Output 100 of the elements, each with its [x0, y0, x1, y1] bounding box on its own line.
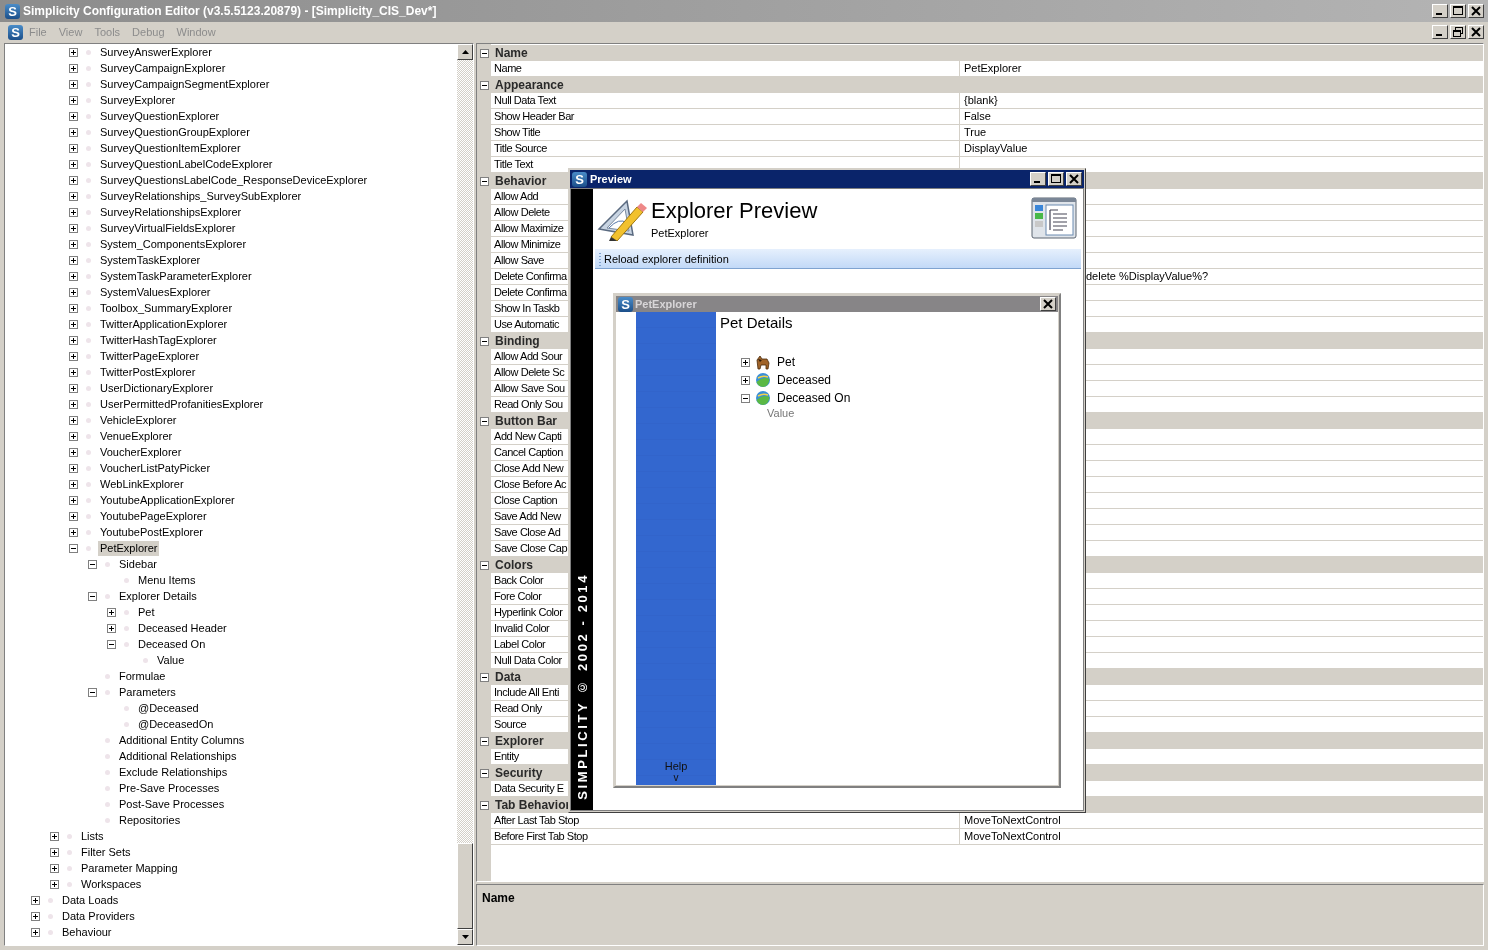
close-button[interactable]	[1468, 4, 1484, 18]
collapse-icon[interactable]	[88, 687, 97, 697]
tree-item[interactable]: SurveyCampaignExplorer	[98, 60, 228, 76]
tree-item[interactable]: UserPermittedProfanitiesExplorer	[98, 396, 266, 412]
scrollbar[interactable]	[457, 44, 473, 945]
tree-item[interactable]: Menu Items	[136, 572, 198, 588]
minimize-button[interactable]	[1432, 4, 1448, 18]
tree-item[interactable]: VehicleExplorer	[98, 412, 179, 428]
expand-icon[interactable]	[69, 383, 78, 393]
expand-icon[interactable]	[31, 911, 40, 921]
maximize-button[interactable]	[1450, 4, 1466, 18]
tree-item[interactable]: Deceased On	[136, 636, 208, 652]
expand-icon[interactable]	[69, 527, 78, 537]
property-value[interactable]: True	[964, 126, 987, 138]
scroll-up-button[interactable]	[457, 44, 473, 60]
tree-item[interactable]: Sidebar	[117, 556, 159, 572]
tree-item[interactable]: @Deceased	[136, 700, 201, 716]
expand-icon[interactable]	[69, 415, 78, 425]
collapse-icon[interactable]	[479, 48, 489, 58]
expand-icon[interactable]	[69, 239, 78, 249]
collapse-icon[interactable]	[479, 416, 489, 426]
tree-item[interactable]: UserDictionaryExplorer	[98, 380, 216, 396]
property-value[interactable]: MoveToNextControl	[964, 830, 1061, 842]
tree-item[interactable]: SurveyQuestionGroupExplorer	[98, 124, 252, 140]
tree-item[interactable]: Post-Save Processes	[117, 796, 227, 812]
expand-icon[interactable]	[69, 47, 78, 57]
maximize-button[interactable]	[1048, 172, 1064, 186]
expand-icon[interactable]	[69, 511, 78, 521]
tree-item[interactable]: Filter Sets	[79, 844, 133, 860]
tree-item[interactable]: SurveyQuestionsLabelCode_ResponseDeviceExplorer	[98, 172, 370, 188]
tree-item[interactable]: YoutubePageExplorer	[98, 508, 209, 524]
expand-icon[interactable]	[69, 399, 78, 409]
tree-item[interactable]: SurveyQuestionLabelCodeExplorer	[98, 156, 275, 172]
expand-icon[interactable]	[69, 431, 78, 441]
property-value[interactable]: False	[964, 110, 991, 122]
tree-item[interactable]: Behaviour	[60, 924, 114, 940]
collapse-icon[interactable]	[479, 736, 489, 746]
expand-icon[interactable]	[107, 623, 116, 633]
tree-item[interactable]: Explorer Details	[117, 588, 199, 604]
tree-item[interactable]: Pre-Save Processes	[117, 780, 222, 796]
expand-icon[interactable]	[50, 831, 59, 841]
tree-item[interactable]: YoutubePostExplorer	[98, 524, 205, 540]
tree-item[interactable]: SurveyExplorer	[98, 92, 178, 108]
scroll-thumb[interactable]	[457, 843, 473, 929]
tree-item[interactable]: SystemValuesExplorer	[98, 284, 213, 300]
expand-icon[interactable]	[31, 895, 40, 905]
tree-item[interactable]: Pet	[136, 604, 157, 620]
close-button[interactable]	[1040, 297, 1056, 311]
tree-item[interactable]: Repositories	[117, 812, 183, 828]
expand-icon[interactable]	[69, 79, 78, 89]
tree-item[interactable]: SurveyRelationshipsExplorer	[98, 204, 244, 220]
tree-item[interactable]: Data Providers	[60, 908, 137, 924]
property-value[interactable]: PetExplorer	[964, 62, 1022, 74]
scroll-down-button[interactable]	[457, 929, 473, 945]
tree-item[interactable]: VenueExplorer	[98, 428, 175, 444]
tree-item[interactable]: SystemTaskParameterExplorer	[98, 268, 254, 284]
expand-icon[interactable]	[69, 287, 78, 297]
expand-icon[interactable]	[741, 357, 750, 367]
minimize-button[interactable]	[1432, 25, 1448, 39]
expand-icon[interactable]	[69, 463, 78, 473]
property-value[interactable]: delete %DisplayValue%?	[1086, 270, 1209, 282]
property-value[interactable]: {blank}	[964, 94, 998, 106]
expand-icon[interactable]	[69, 447, 78, 457]
tree-item[interactable]: SurveyAnswerExplorer	[98, 44, 214, 60]
tree-item[interactable]: SystemTaskExplorer	[98, 252, 203, 268]
expand-icon[interactable]	[69, 367, 78, 377]
expand-icon[interactable]	[50, 863, 59, 873]
collapse-icon[interactable]	[479, 800, 489, 810]
toolbar-button[interactable]: Reload explorer definition	[604, 252, 729, 265]
expand-icon[interactable]	[69, 207, 78, 217]
collapse-icon[interactable]	[479, 672, 489, 682]
expand-icon[interactable]	[69, 175, 78, 185]
expand-icon[interactable]	[69, 143, 78, 153]
close-button[interactable]	[1066, 172, 1082, 186]
tree-item[interactable]: WebLinkExplorer	[98, 476, 186, 492]
tree-item[interactable]: Additional Entity Columns	[117, 732, 247, 748]
tree-item[interactable]: VoucherListPatyPicker	[98, 460, 213, 476]
expand-icon[interactable]	[69, 63, 78, 73]
tree-item[interactable]: Lists	[79, 828, 106, 844]
expand-icon[interactable]	[69, 223, 78, 233]
tree-item[interactable]: Toolbox_SummaryExplorer	[98, 300, 235, 316]
tree-item[interactable]: SurveyQuestionItemExplorer	[98, 140, 243, 156]
tree-item[interactable]: Value	[155, 652, 187, 668]
tree-item[interactable]: TwitterApplicationExplorer	[98, 316, 230, 332]
expand-icon[interactable]	[31, 927, 40, 937]
tree-item[interactable]: Additional Relationships	[117, 748, 239, 764]
minimize-button[interactable]	[1030, 172, 1046, 186]
expand-icon[interactable]	[107, 607, 116, 617]
property-value[interactable]: MoveToNextControl	[964, 814, 1061, 826]
expand-icon[interactable]	[50, 879, 59, 889]
collapse-icon[interactable]	[479, 336, 489, 346]
expand-icon[interactable]	[69, 255, 78, 265]
tree-item[interactable]: System_ComponentsExplorer	[98, 236, 249, 252]
expand-icon[interactable]	[69, 335, 78, 345]
expand-icon[interactable]	[741, 375, 750, 385]
tree-item[interactable]: TwitterHashTagExplorer	[98, 332, 219, 348]
tree-item[interactable]: VoucherExplorer	[98, 444, 184, 460]
collapse-icon[interactable]	[88, 591, 97, 601]
tree-item[interactable]: Deceased Header	[136, 620, 229, 636]
collapse-icon[interactable]	[107, 639, 116, 649]
